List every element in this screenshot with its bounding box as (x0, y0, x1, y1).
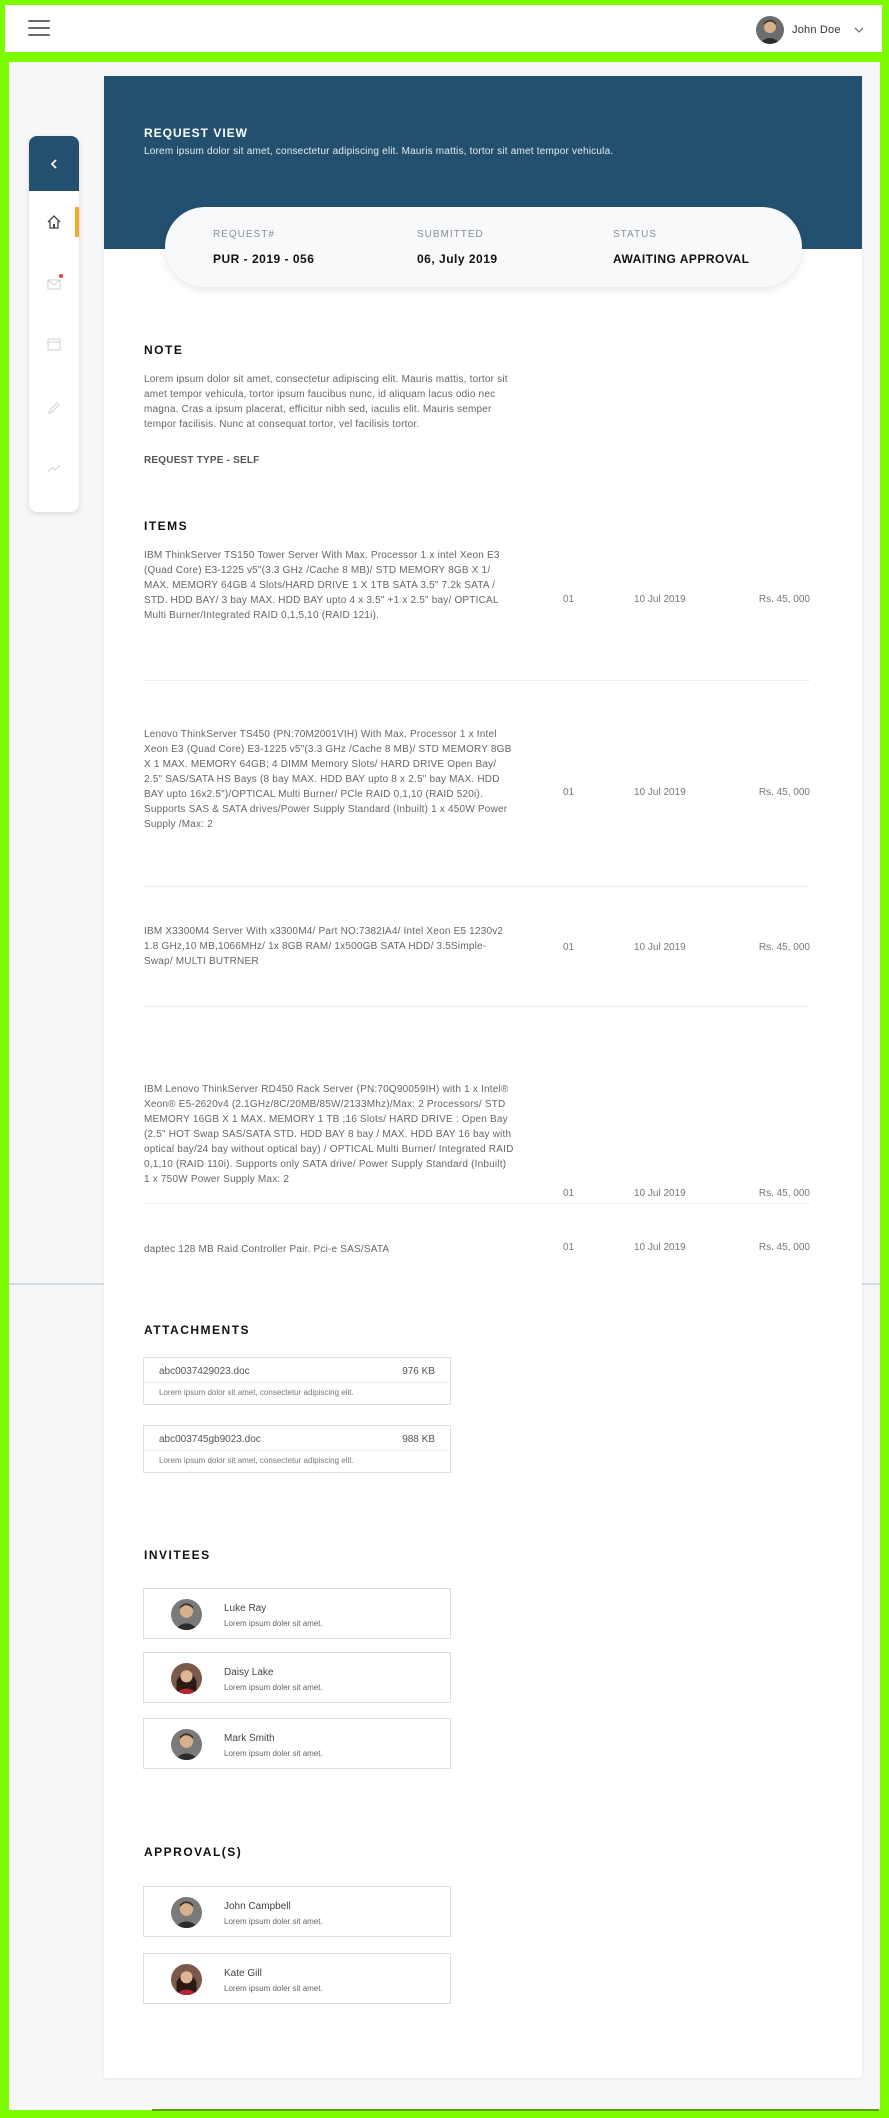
status-label: STATUS (613, 229, 657, 240)
attachment-size: 976 KB (402, 1366, 435, 1377)
notification-dot (59, 274, 63, 278)
user-avatar (756, 16, 784, 44)
person-description: Lorem ipsum doler sit amet. (224, 1619, 323, 1628)
avatar (171, 1729, 202, 1760)
item-description: Lenovo ThinkServer TS450 (PN:70M2001VIH)… (144, 729, 512, 830)
nav-item-home[interactable] (29, 202, 79, 242)
item-divider (144, 1006, 810, 1007)
item-price: Rs. 45, 000 (758, 1242, 810, 1253)
user-name: John Doe (792, 24, 841, 36)
item-date: 10 Jul 2019 (634, 787, 686, 798)
invitee-card[interactable]: Daisy Lake Lorem ipsum doler sit amet. (143, 1652, 451, 1703)
user-menu[interactable]: John Doe (756, 16, 865, 44)
person-name: John Campbell (224, 1901, 291, 1912)
attachment-separator (144, 1450, 450, 1451)
request-number-label: REQUEST# (213, 229, 275, 240)
item-description: IBM X3300M4 Server With x3300M4/ Part NO… (144, 926, 504, 967)
submitted-label: SUBMITTED (417, 229, 484, 240)
items-title: ITEMS (144, 519, 189, 533)
calendar-icon (47, 338, 61, 351)
attachment-separator (144, 1382, 450, 1383)
nav-item-mail[interactable] (29, 264, 79, 304)
avatar (171, 1897, 202, 1928)
note-text: Lorem ipsum dolor sit amet, consectetur … (144, 374, 508, 430)
page-title: REQUEST VIEW (144, 126, 249, 140)
person-name: Daisy Lake (224, 1667, 274, 1678)
page-subtitle: Lorem ipsum dolor sit amet, consectetur … (144, 146, 614, 157)
item-price: Rs. 45, 000 (758, 787, 810, 798)
avatar (171, 1663, 202, 1694)
item-description: IBM ThinkServer TS150 Tower Server With … (144, 550, 500, 621)
invitee-card[interactable]: Mark Smith Lorem ipsum doler sit amet. (143, 1718, 451, 1769)
hamburger-icon[interactable] (28, 19, 50, 37)
nav-item-calendar[interactable] (29, 324, 79, 364)
person-description: Lorem ipsum doler sit amet. (224, 1683, 323, 1692)
nav-item-reports[interactable] (29, 448, 79, 488)
person-description: Lorem ipsum doler sit amet. (224, 1917, 323, 1926)
request-type: REQUEST TYPE - SELF (144, 455, 260, 466)
item-qty: 01 (563, 942, 575, 953)
item-qty: 01 (563, 594, 575, 605)
item-description: daptec 128 MB Raid Controller Pair. Pci-… (144, 1244, 390, 1255)
trend-icon (47, 464, 61, 473)
attachment-item[interactable]: abc0037429023.doc 976 KB Lorem ipsum dol… (143, 1357, 451, 1405)
item-price: Rs. 45, 000 (758, 594, 810, 605)
item-qty: 01 (563, 1188, 575, 1199)
approvals-title: APPROVAL(S) (144, 1845, 243, 1859)
item-qty: 01 (563, 1242, 575, 1253)
side-nav (29, 136, 79, 512)
status-value: AWAITING APPROVAL (613, 252, 750, 266)
attachment-description: Lorem ipsum dolor sit amet, consectetur … (159, 1456, 354, 1465)
request-card: REQUEST VIEW Lorem ipsum dolor sit amet,… (104, 76, 862, 2078)
item-price: Rs. 45, 000 (758, 942, 810, 953)
mail-icon (47, 279, 61, 290)
item-qty: 01 (563, 787, 575, 798)
top-bar: John Doe (5, 5, 882, 52)
item-date: 10 Jul 2019 (634, 942, 686, 953)
approver-card[interactable]: John Campbell Lorem ipsum doler sit amet… (143, 1886, 451, 1937)
attachment-name: abc0037429023.doc (159, 1366, 250, 1377)
request-summary: REQUEST# PUR - 2019 - 056 SUBMITTED 06, … (165, 207, 802, 287)
item-description: IBM Lenovo ThinkServer RD450 Rack Server… (144, 1084, 514, 1185)
back-button[interactable] (29, 136, 79, 191)
chevron-down-icon (854, 27, 864, 33)
item-date: 10 Jul 2019 (634, 1188, 686, 1199)
invitees-title: INVITEES (144, 1548, 211, 1562)
pencil-icon (48, 402, 60, 414)
person-name: Kate Gill (224, 1968, 262, 1979)
submitted-value: 06, July 2019 (417, 252, 498, 266)
nav-item-edit[interactable] (29, 388, 79, 428)
request-number-value: PUR - 2019 - 056 (213, 252, 315, 266)
attachment-size: 988 KB (402, 1434, 435, 1445)
item-divider (144, 1203, 810, 1204)
attachment-name: abc003745gb9023.doc (159, 1434, 261, 1445)
person-name: Luke Ray (224, 1603, 267, 1614)
item-divider (144, 886, 810, 887)
attachments-title: ATTACHMENTS (144, 1323, 251, 1337)
avatar (171, 1599, 202, 1630)
item-date: 10 Jul 2019 (634, 1242, 686, 1253)
person-name: Mark Smith (224, 1733, 275, 1744)
chevron-left-icon (50, 158, 57, 169)
approver-card[interactable]: Kate Gill Lorem ipsum doler sit amet. (143, 1953, 451, 2004)
bottom-edge (152, 2109, 879, 2111)
person-description: Lorem ipsum doler sit amet. (224, 1984, 323, 1993)
note-title: NOTE (144, 343, 184, 357)
item-date: 10 Jul 2019 (634, 594, 686, 605)
person-description: Lorem ipsum doler sit amet. (224, 1749, 323, 1758)
home-icon (47, 215, 61, 229)
attachment-description: Lorem ipsum dolor sit amet, consectetur … (159, 1388, 354, 1397)
item-price: Rs. 45, 000 (758, 1188, 810, 1199)
item-divider (144, 680, 810, 681)
attachment-item[interactable]: abc003745gb9023.doc 988 KB Lorem ipsum d… (143, 1425, 451, 1473)
avatar (171, 1964, 202, 1995)
invitee-card[interactable]: Luke Ray Lorem ipsum doler sit amet. (143, 1588, 451, 1639)
